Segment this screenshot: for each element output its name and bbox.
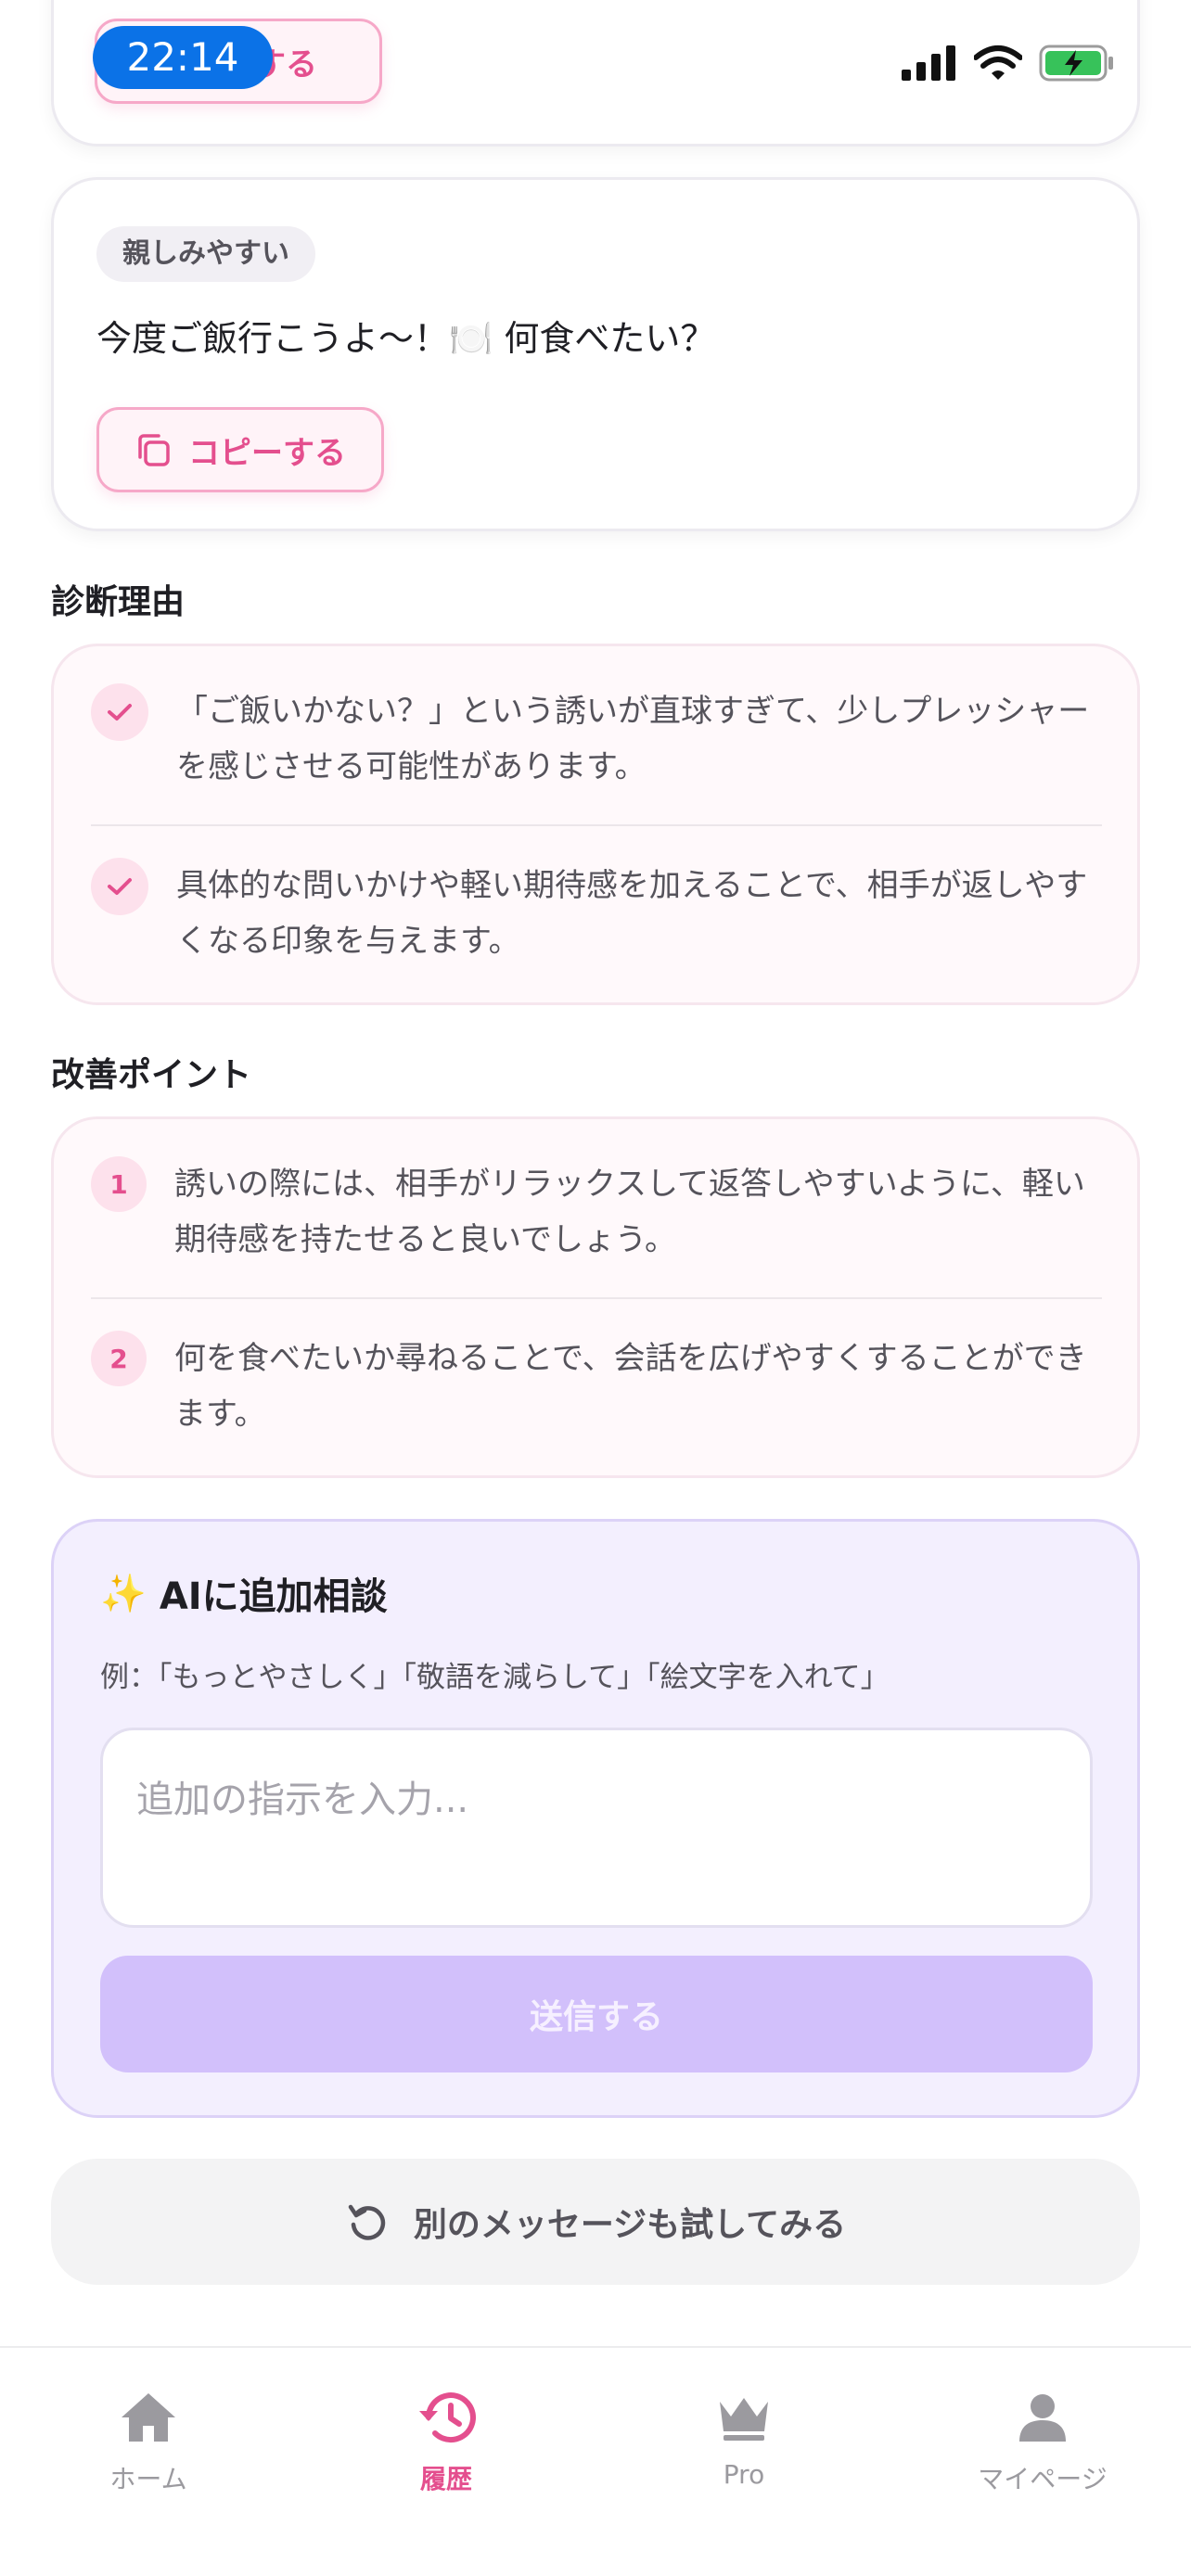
wifi-icon xyxy=(974,45,1022,80)
tab-label: Pro xyxy=(723,2459,765,2490)
retry-icon xyxy=(348,2204,386,2240)
history-icon xyxy=(419,2392,476,2443)
improvement-item: 2 何を食べたいか尋ねることで、会話を広げやすくすることができます。 xyxy=(91,1331,1102,1442)
check-icon xyxy=(91,858,148,915)
reasons-card: 「ご飯いかない？」という誘いが直球すぎて、少しプレッシャーを感じさせる可能性があ… xyxy=(51,644,1140,1005)
ai-examples: 例：「もっとやさしく」「敬語を減らして」「絵文字を入れて」 xyxy=(100,1661,890,1694)
ai-title: AIに追加相談 xyxy=(159,1575,388,1618)
reason-item: 具体的な問いかけや軽い期待感を加えることで、相手が返しやすくなる印象を与えます。 xyxy=(91,858,1102,969)
sparkles-icon: ✨ xyxy=(100,1572,147,1615)
signal-icon xyxy=(902,45,955,81)
copy-icon xyxy=(138,434,170,466)
divider xyxy=(91,1297,1102,1299)
tab-label: ホーム xyxy=(109,2464,187,2494)
home-icon xyxy=(122,2393,175,2442)
step-number: 2 xyxy=(91,1331,147,1386)
status-icons xyxy=(902,43,1115,83)
copy-button[interactable]: コピーする xyxy=(96,407,384,492)
improvement-item: 1 誘いの際には、相手がリラックスして返答しやすいように、軽い期待感を持たせると… xyxy=(91,1156,1102,1268)
crown-icon xyxy=(720,2398,768,2441)
tab-label: 履歴 xyxy=(419,2464,472,2494)
reasons-title: 診断理由 xyxy=(51,583,186,621)
step-number: 1 xyxy=(91,1156,147,1212)
tab-mypage[interactable]: マイページ xyxy=(950,2385,1135,2496)
check-icon xyxy=(91,683,148,741)
try-another-message-button[interactable]: 別のメッセージも試してみる xyxy=(51,2159,1140,2285)
home-indicator xyxy=(401,2546,790,2557)
reason-item: 「ご飯いかない？」という誘いが直球すぎて、少しプレッシャーを感じさせる可能性があ… xyxy=(91,683,1102,795)
person-icon xyxy=(1019,2394,1066,2442)
suggestion-message: 今度ご飯行こうよ〜！🍽️ 何食べたい？ xyxy=(96,318,716,359)
improvements-card: 1 誘いの際には、相手がリラックスして返答しやすいように、軽い期待感を持たせると… xyxy=(51,1116,1140,1478)
reason-text: 「ご飯いかない？」という誘いが直球すぎて、少しプレッシャーを感じさせる可能性があ… xyxy=(176,693,1090,785)
tab-history[interactable]: 履歴 xyxy=(353,2385,539,2496)
tab-pro[interactable]: Pro xyxy=(651,2385,837,2490)
tab-label: マイページ xyxy=(978,2464,1108,2494)
improvements-title: 改善ポイント xyxy=(51,1056,252,1094)
ai-instruction-input[interactable]: 追加の指示を入力... xyxy=(100,1728,1093,1928)
suggestion-card: 親しみやすい 今度ご飯行こうよ〜！🍽️ 何食べたい？ コピーする xyxy=(51,177,1140,531)
improvement-text: 何を食べたいか尋ねることで、会話を広げやすくすることができます。 xyxy=(174,1340,1087,1433)
send-button[interactable]: 送信する xyxy=(100,1956,1093,2072)
divider xyxy=(91,824,1102,826)
reason-text: 具体的な問いかけや軽い期待感を加えることで、相手が返しやすくなる印象を与えます。 xyxy=(176,867,1088,960)
status-time: 22:14 xyxy=(93,26,273,89)
tab-bar: ホーム 履歴 Pro マイページ xyxy=(0,2346,1191,2576)
battery-icon xyxy=(1039,45,1113,82)
ai-title-row: ✨ AIに追加相談 xyxy=(100,1566,388,1620)
tab-home[interactable]: ホーム xyxy=(56,2385,241,2496)
retry-label: 別のメッセージも試してみる xyxy=(413,2206,847,2244)
improvement-text: 誘いの際には、相手がリラックスして返答しやすいように、軽い期待感を持たせると良い… xyxy=(174,1166,1085,1258)
ai-consult-card: ✨ AIに追加相談 例：「もっとやさしく」「敬語を減らして」「絵文字を入れて」 … xyxy=(51,1519,1140,2118)
tone-tag: 親しみやすい xyxy=(96,226,315,282)
copy-button-label: コピーする xyxy=(188,434,346,472)
